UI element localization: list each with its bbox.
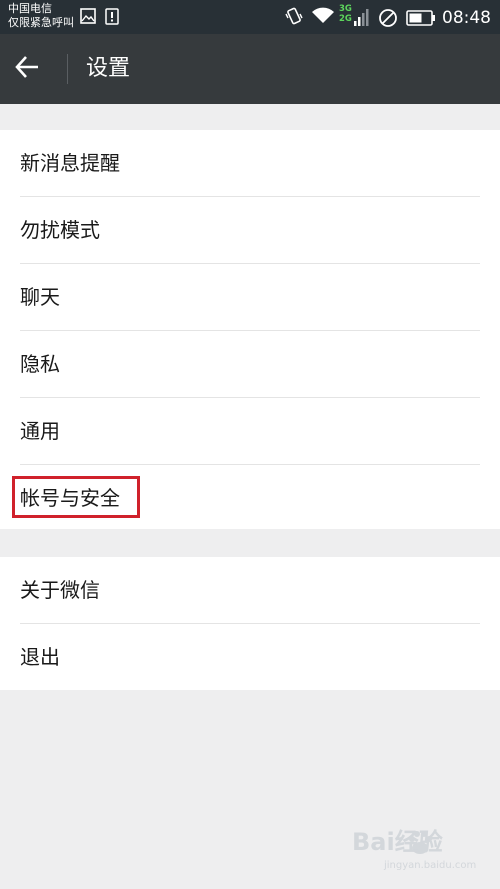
status-bar: 中国电信 仅限紧急呼叫 3G 2G 08:48 (0, 0, 500, 34)
signal-icon (353, 7, 369, 31)
settings-item-label: 勿扰模式 (20, 218, 100, 242)
network-3g-label: 3G (339, 4, 352, 14)
carrier-status: 仅限紧急呼叫 (8, 16, 74, 29)
battery-icon (406, 10, 436, 30)
baidu-watermark: Bai经验 jingyan.baidu.com (352, 826, 492, 876)
settings-item-about-wechat[interactable]: 关于微信 (0, 557, 500, 624)
page-title: 设置 (86, 56, 131, 81)
highlight-annotation-box (12, 476, 140, 518)
toolbar-divider (67, 54, 68, 84)
watermark-text: Bai经验 (352, 828, 443, 856)
vibrate-icon (284, 6, 304, 30)
settings-item-do-not-disturb[interactable]: 勿扰模式 (0, 197, 500, 264)
settings-item-chat[interactable]: 聊天 (0, 264, 500, 331)
settings-item-logout[interactable]: 退出 (0, 624, 500, 691)
carrier-info: 中国电信 仅限紧急呼叫 (8, 2, 74, 30)
settings-item-general[interactable]: 通用 (0, 398, 500, 465)
sim-icon (105, 8, 119, 29)
clock: 08:48 (442, 8, 491, 28)
image-icon (80, 8, 96, 28)
settings-group-secondary: 关于微信 退出 (0, 557, 500, 690)
settings-item-label: 通用 (20, 419, 60, 443)
no-service-icon (378, 8, 398, 32)
back-button[interactable] (14, 54, 54, 84)
settings-item-label: 新消息提醒 (20, 151, 120, 175)
carrier-name: 中国电信 (8, 2, 52, 15)
settings-group-main: 新消息提醒 勿扰模式 聊天 隐私 通用 帐号与安全 (0, 130, 500, 529)
settings-item-label: 隐私 (20, 352, 60, 376)
wifi-icon (311, 7, 335, 29)
arrow-left-icon (15, 56, 38, 78)
network-type: 3G 2G (339, 4, 352, 24)
toolbar: 设置 (0, 34, 500, 104)
settings-item-new-message-alerts[interactable]: 新消息提醒 (0, 130, 500, 197)
settings-item-privacy[interactable]: 隐私 (0, 331, 500, 398)
watermark-url: jingyan.baidu.com (384, 860, 477, 871)
network-2g-label: 2G (339, 14, 352, 24)
settings-item-label: 关于微信 (20, 578, 100, 602)
settings-item-label: 聊天 (20, 285, 60, 309)
settings-item-label: 退出 (20, 645, 60, 669)
